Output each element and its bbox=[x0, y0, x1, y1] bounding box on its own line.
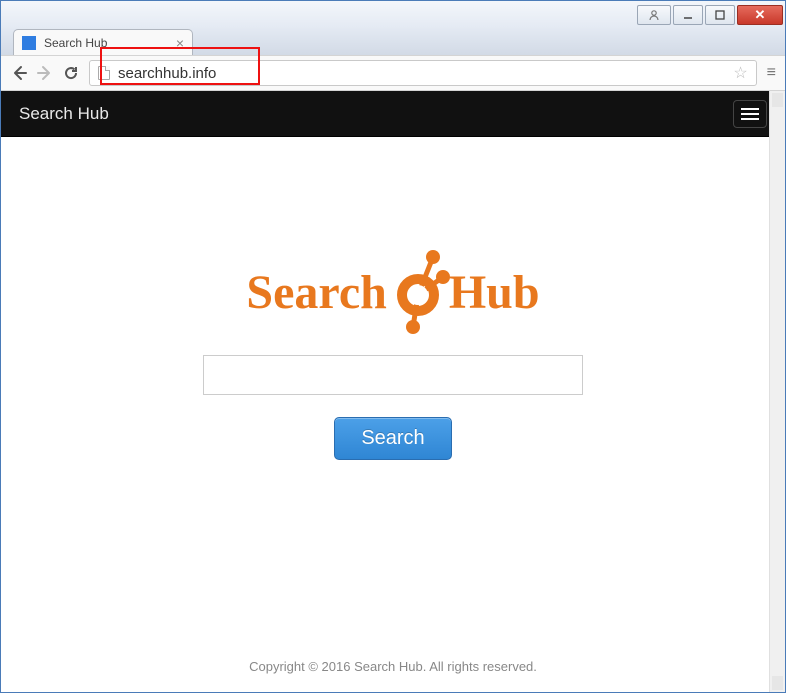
search-input[interactable] bbox=[203, 355, 583, 395]
vertical-scrollbar[interactable] bbox=[769, 91, 785, 692]
hub-icon bbox=[383, 247, 453, 337]
back-button[interactable] bbox=[11, 65, 27, 81]
minimize-icon bbox=[683, 10, 693, 20]
page-icon bbox=[98, 66, 110, 80]
hamburger-icon bbox=[741, 108, 759, 110]
site-header: Search Hub bbox=[1, 91, 785, 137]
forward-button[interactable] bbox=[37, 65, 53, 81]
arrow-right-icon bbox=[37, 65, 53, 81]
user-button[interactable] bbox=[637, 5, 671, 25]
arrow-left-icon bbox=[11, 65, 27, 81]
favicon-icon bbox=[22, 36, 36, 50]
close-window-button[interactable]: ✕ bbox=[737, 5, 783, 25]
tab-close-button[interactable]: × bbox=[176, 35, 184, 51]
maximize-button[interactable] bbox=[705, 5, 735, 25]
site-menu-button[interactable] bbox=[733, 100, 767, 128]
logo-text-hub: Hub bbox=[449, 265, 540, 320]
address-bar[interactable]: searchhub.info ☆ bbox=[89, 60, 757, 86]
browser-tab[interactable]: Search Hub × bbox=[13, 29, 193, 55]
tab-strip: Search Hub × bbox=[1, 27, 785, 55]
maximize-icon bbox=[715, 10, 725, 20]
close-icon: ✕ bbox=[755, 7, 766, 23]
site-title: Search Hub bbox=[19, 104, 109, 124]
reload-button[interactable] bbox=[63, 65, 79, 81]
footer-text: Copyright © 2016 Search Hub. All rights … bbox=[1, 659, 785, 674]
menu-icon: ≡ bbox=[767, 64, 775, 81]
reload-icon bbox=[63, 65, 79, 81]
address-bar-text: searchhub.info bbox=[118, 65, 733, 82]
tab-title: Search Hub bbox=[44, 36, 170, 50]
logo-text-search: Search bbox=[246, 265, 386, 320]
logo: Search Hub bbox=[246, 247, 539, 337]
main-content: Search Hub Search bbox=[1, 137, 785, 460]
search-button[interactable]: Search bbox=[334, 417, 451, 460]
browser-toolbar: searchhub.info ☆ ≡ bbox=[1, 55, 785, 91]
browser-menu-button[interactable]: ≡ bbox=[767, 64, 775, 82]
bookmark-star-button[interactable]: ☆ bbox=[733, 63, 747, 83]
minimize-button[interactable] bbox=[673, 5, 703, 25]
window-titlebar: ✕ bbox=[1, 1, 785, 29]
user-icon bbox=[648, 9, 660, 21]
page-viewport: Search Hub Search Hub Search Copyright bbox=[1, 91, 785, 692]
